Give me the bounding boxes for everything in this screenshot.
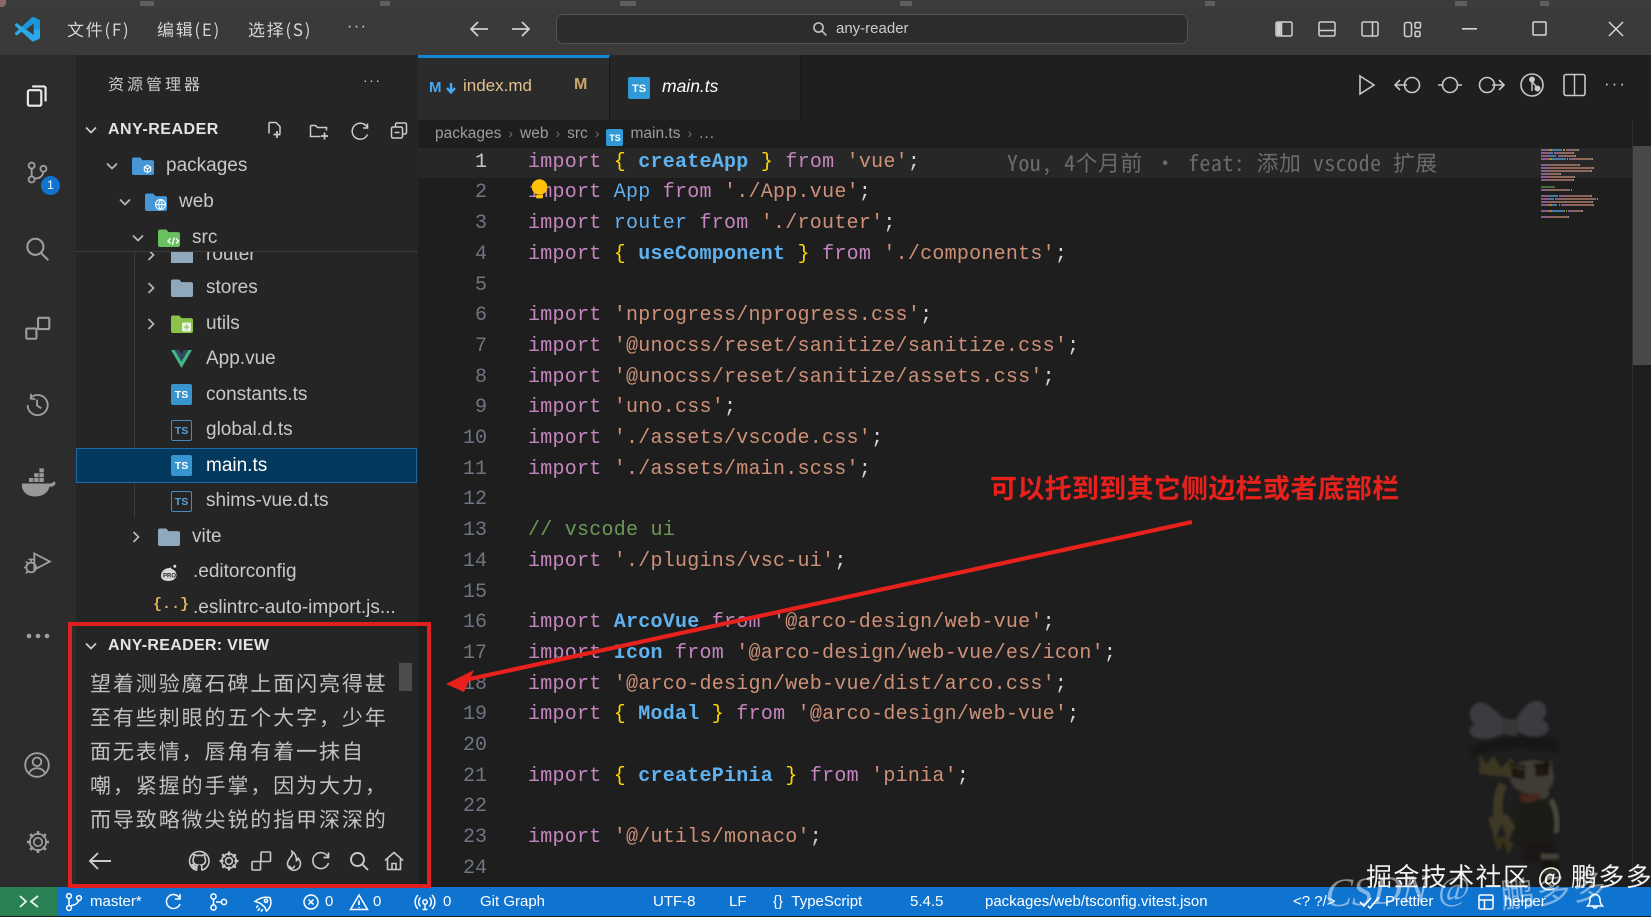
svg-text:M: M [429,79,442,96]
svg-text:PRO: PRO [163,574,176,580]
